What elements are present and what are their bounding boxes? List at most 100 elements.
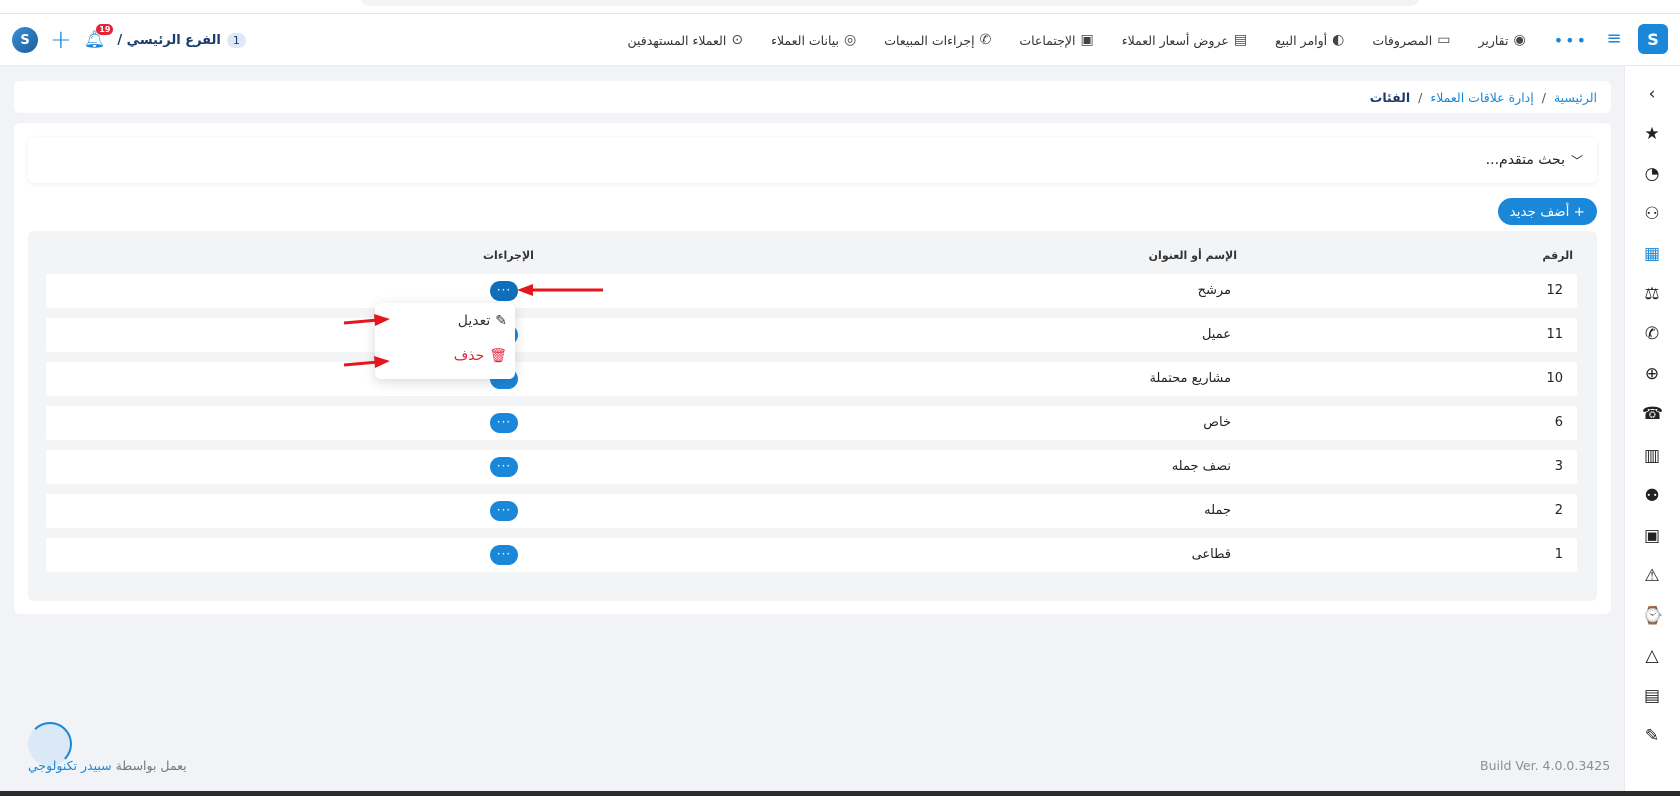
nav-sales-orders[interactable]: ◐ أوامر البيع — [1275, 32, 1344, 48]
customer-data-icon: ◎ — [844, 32, 857, 48]
branch-selector[interactable]: 1 الفرع الرئيسي / — [117, 32, 246, 48]
table-row: 10 مشاريع محتملة ··· — [46, 362, 1577, 396]
advanced-search-toggle[interactable]: ﹀ بحث متقدم... — [28, 137, 1597, 183]
cell-number: 10 — [1546, 371, 1563, 386]
phone-call-icon[interactable]: ✆ — [1642, 324, 1662, 344]
row-actions-button[interactable]: ··· — [490, 281, 518, 301]
branch-number: 1 — [226, 32, 246, 48]
cell-number: 6 — [1554, 415, 1563, 430]
company-link[interactable]: سبيدر تكنولوجي — [28, 758, 112, 773]
top-left-actions: S + 🔔︎ 19 1 الفرع الرئيسي / — [12, 24, 246, 56]
cell-number: 2 — [1554, 503, 1563, 518]
menu-icon[interactable]: ≡ — [1604, 29, 1624, 49]
nav-expenses[interactable]: ▭ المصروفات — [1372, 32, 1450, 48]
row-actions-dropdown: ✎ تعديل 🗑︎ حذف — [375, 303, 515, 379]
nav-label: العملاء المستهدفين — [627, 32, 727, 48]
breadcrumb-current: الفئات — [1369, 89, 1411, 105]
cell-name: خاص — [1203, 415, 1231, 430]
row-actions-button[interactable]: ··· — [490, 501, 518, 521]
cell-number: 11 — [1546, 327, 1563, 342]
cash-icon[interactable]: ▣ — [1642, 526, 1662, 546]
nav-label: المصروفات — [1372, 32, 1433, 48]
nav-label: إجراءات المبيعات — [884, 32, 975, 48]
cell-name: نصف جمله — [1171, 459, 1231, 474]
nav-label: تقارير — [1478, 32, 1509, 48]
dashboard-gauge-icon[interactable]: ◔ — [1642, 164, 1662, 184]
collapse-chevron-icon[interactable]: ‹ — [1642, 84, 1662, 104]
nav-label: أوامر البيع — [1275, 32, 1328, 48]
address-bar[interactable] — [360, 0, 1420, 6]
annotation-arrow — [343, 314, 390, 326]
nav-target-customers[interactable]: ⊙ العملاء المستهدفين — [627, 32, 743, 48]
presentation-icon: ▣ — [1080, 32, 1094, 48]
star-icon[interactable]: ★ — [1642, 124, 1662, 144]
nav-customer-data[interactable]: ◎ بيانات العملاء — [771, 32, 856, 48]
row-actions-button[interactable]: ··· — [490, 457, 518, 477]
delete-menu-item[interactable]: 🗑︎ حذف — [454, 348, 507, 364]
annotation-arrow — [343, 356, 390, 368]
bottom-strip — [0, 791, 1680, 796]
advanced-search-label: بحث متقدم... — [1485, 152, 1565, 168]
nav-label: عروض أسعار العملاء — [1121, 32, 1229, 48]
cell-name: عميل — [1201, 327, 1231, 342]
row-actions-button[interactable]: ··· — [490, 413, 518, 433]
main-content-card: ﹀ بحث متقدم... + أضف جديد الرقم الإسم أو… — [14, 123, 1611, 614]
edit-label: تعديل — [457, 313, 491, 329]
laptop-icon: ▭ — [1437, 32, 1451, 48]
add-new-button[interactable]: + أضف جديد — [1497, 198, 1597, 225]
header-actions: الإجراءات — [483, 249, 534, 262]
cell-name: قطاعى — [1191, 547, 1231, 562]
calendar-icon[interactable]: ▥ — [1642, 446, 1662, 466]
table-row: 6 خاص ··· — [46, 406, 1577, 440]
pen-icon[interactable]: ✎ — [1642, 726, 1662, 746]
nav-label: الإجتماعات — [1019, 32, 1076, 48]
target-icon[interactable]: ⊕ — [1642, 364, 1662, 384]
team-icon[interactable]: ⚉ — [1642, 486, 1662, 506]
branch-name: الفرع الرئيسي / — [117, 32, 221, 48]
nav-quotations[interactable]: ▤ عروض أسعار العملاء — [1122, 32, 1247, 48]
table-row: 2 جمله ··· — [46, 494, 1577, 528]
scale-icon[interactable]: ⚖ — [1642, 284, 1662, 304]
app-logo[interactable]: S — [1638, 24, 1668, 54]
telephone-icon[interactable]: ☎ — [1642, 404, 1663, 424]
nav-sales-actions[interactable]: ✆ إجراءات المبيعات — [884, 32, 991, 48]
table-row: 1 قطاعى ··· — [46, 538, 1577, 572]
top-navbar: S ≡ ⊙ العملاء المستهدفين ◎ بيانات العملاء … — [0, 14, 1680, 66]
powered-by-label: يعمل بواسطة — [115, 758, 187, 773]
delete-label: حذف — [453, 348, 485, 364]
add-icon[interactable]: + — [50, 27, 72, 53]
nav-reports[interactable]: ◉ تقارير — [1478, 32, 1525, 48]
money-bag-icon: ◐ — [1332, 32, 1345, 48]
annotation-arrow — [517, 284, 603, 296]
cell-number: 12 — [1546, 283, 1563, 298]
right-sidebar: ‹ ★ ◔ ⚇ ▦ ⚖ ✆ ⊕ ☎ ▥ ⚉ ▣ ⚠ ⌚ △ ▤ ✎ — [1624, 66, 1680, 796]
users-icon[interactable]: ⚇ — [1642, 204, 1662, 224]
watch-icon[interactable]: ⌚ — [1642, 606, 1663, 626]
table-row: 11 عميل ··· — [46, 318, 1577, 352]
cell-name: مرشح — [1197, 283, 1231, 298]
quotation-icon: ▤ — [1233, 32, 1248, 48]
breadcrumb-section[interactable]: إدارة علاقات العملاء — [1430, 90, 1533, 105]
build-version: Build Ver. 4.0.0.3425 — [1480, 758, 1611, 773]
cell-number: 3 — [1554, 459, 1563, 474]
notifications-button[interactable]: 🔔︎ 19 — [84, 24, 114, 50]
nav-more-button[interactable]: ••• — [1554, 31, 1588, 50]
breadcrumb-separator: / — [1418, 89, 1423, 105]
nav-label: بيانات العملاء — [771, 32, 840, 48]
warning-icon[interactable]: ⚠ — [1642, 566, 1662, 586]
browser-strip — [0, 0, 1680, 14]
phone-icon: ✆ — [979, 32, 992, 48]
cell-name: جمله — [1204, 503, 1231, 518]
table-row: 3 نصف جمله ··· — [46, 450, 1577, 484]
edit-menu-item[interactable]: ✎ تعديل — [458, 313, 507, 329]
nav-meetings[interactable]: ▣ الإجتماعات — [1019, 32, 1093, 48]
notification-badge: 19 — [96, 24, 114, 35]
invoice-icon[interactable]: ▤ — [1642, 686, 1662, 706]
building-icon[interactable]: ▦ — [1642, 244, 1662, 264]
breadcrumb-home[interactable]: الرئيسية — [1554, 90, 1597, 105]
system-logo-icon[interactable]: S — [12, 27, 38, 53]
row-actions-button[interactable]: ··· — [490, 545, 518, 565]
main-nav: ⊙ العملاء المستهدفين ◎ بيانات العملاء ✆ إجر… — [627, 14, 1588, 66]
table-row: 12 مرشح ··· — [46, 274, 1577, 308]
mountain-icon[interactable]: △ — [1642, 646, 1662, 666]
